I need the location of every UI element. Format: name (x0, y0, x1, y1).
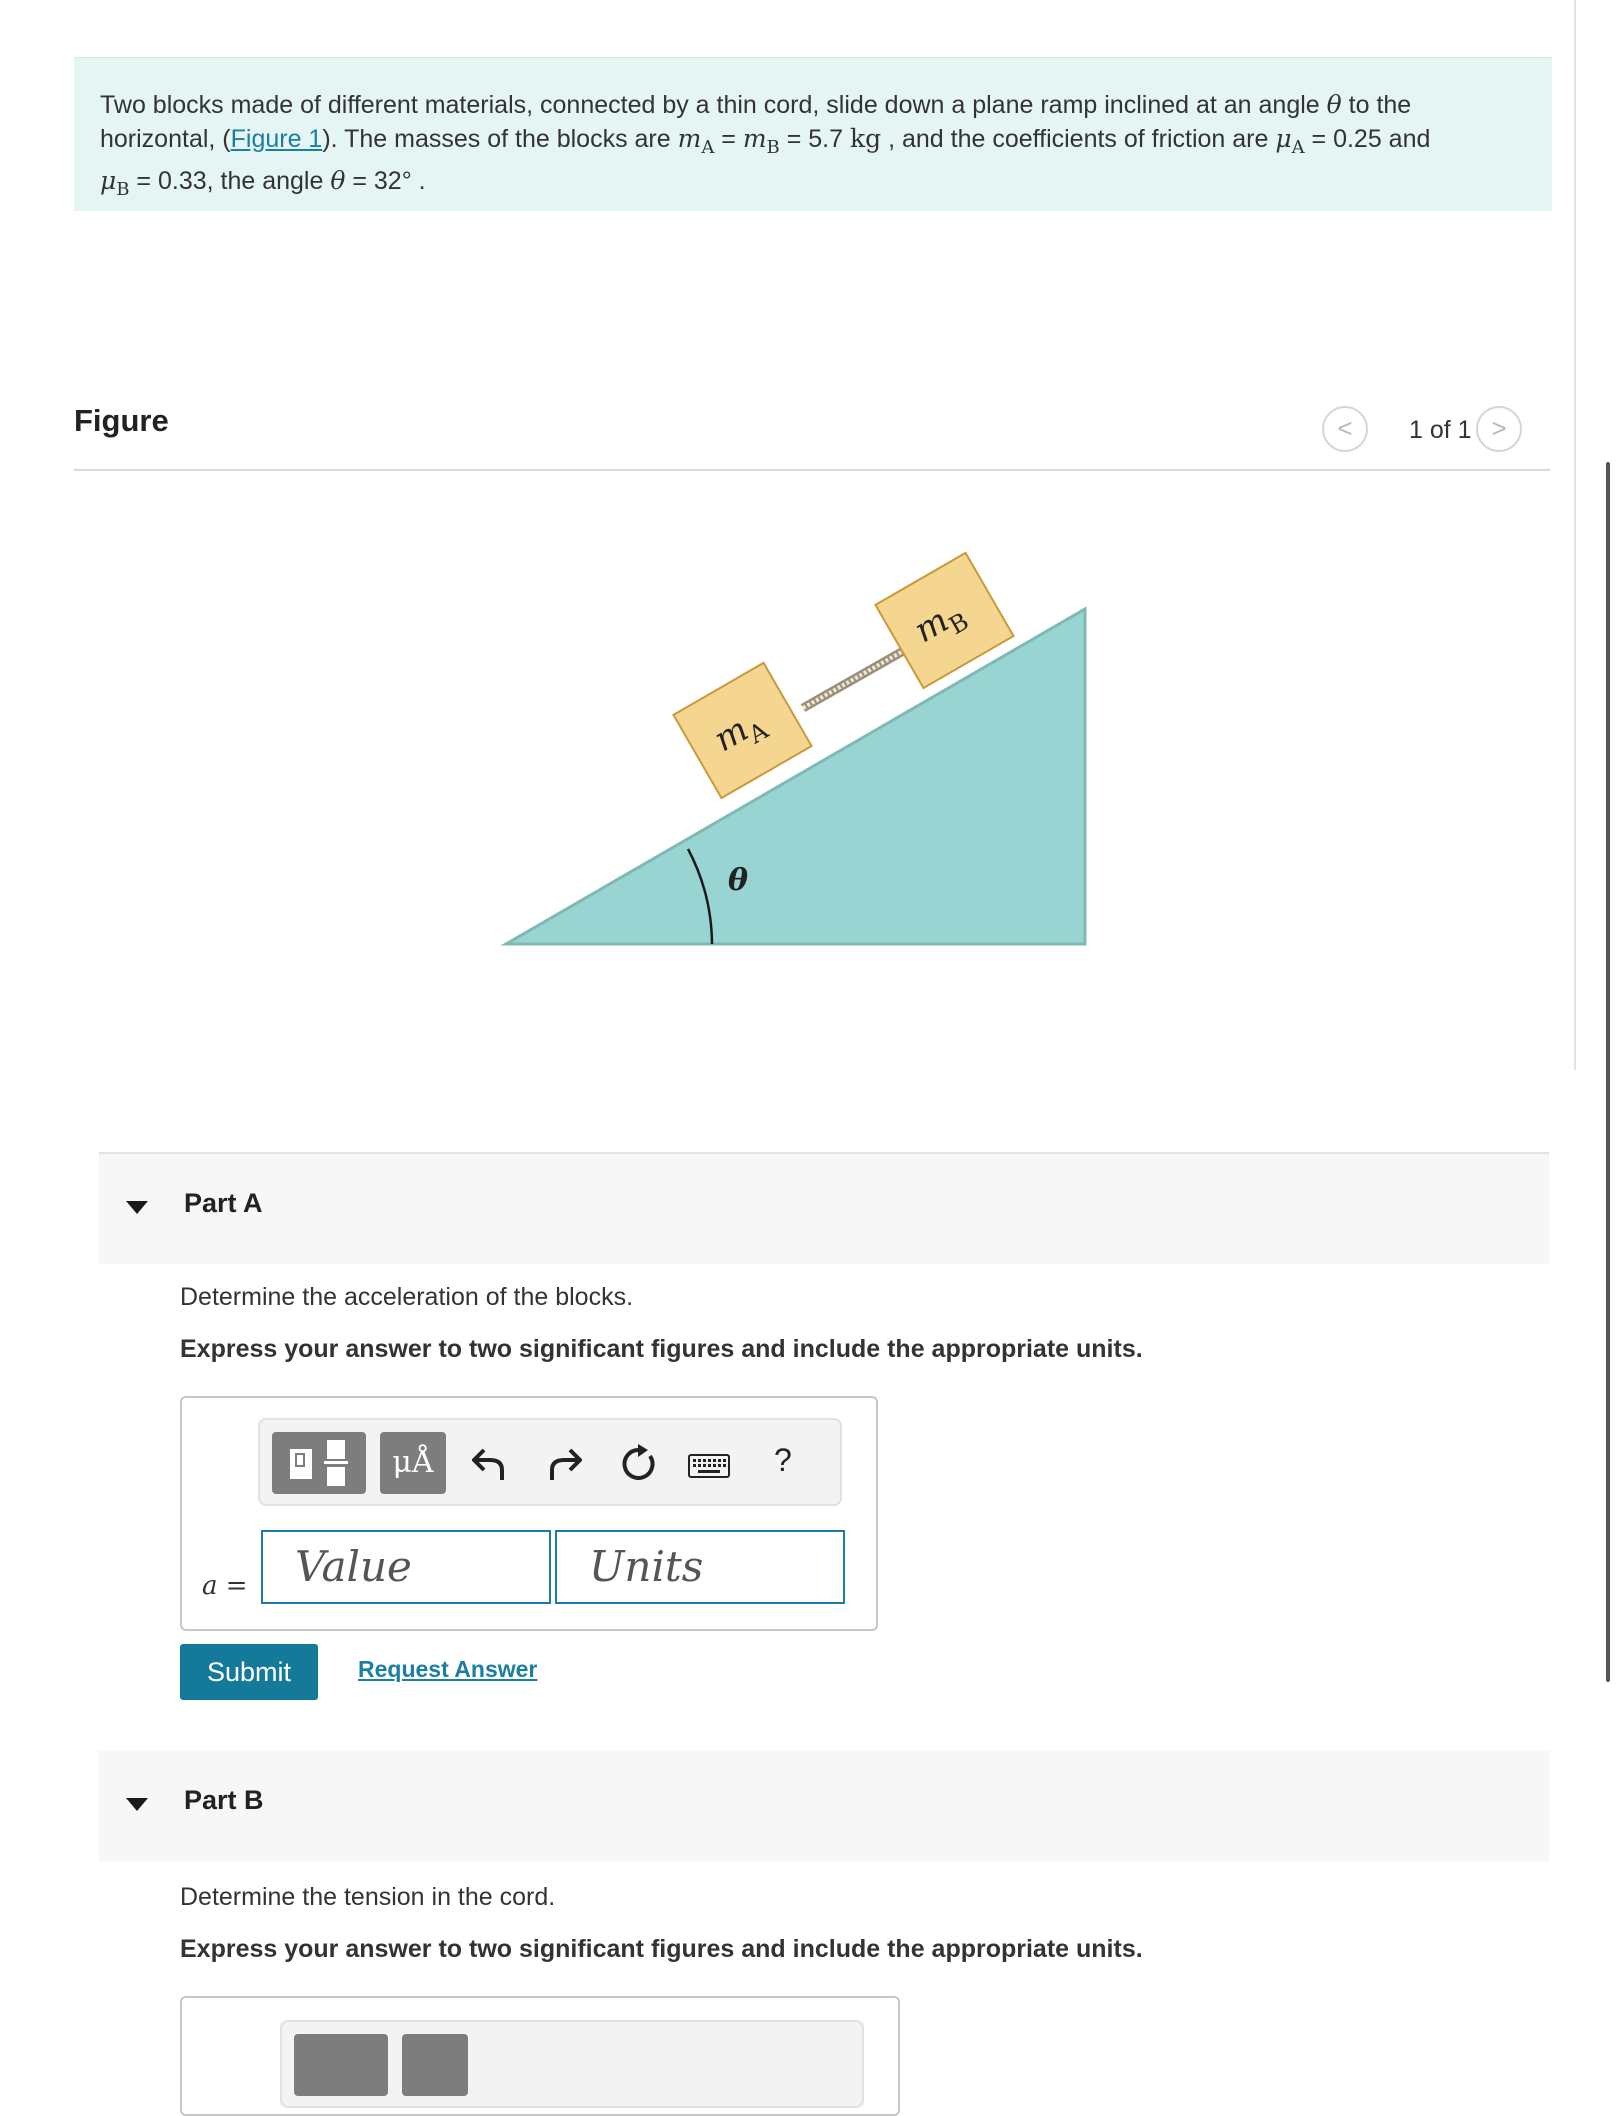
part-title: Part B (184, 1785, 264, 1815)
divider (1574, 0, 1576, 1070)
theta-symbol: θ (1326, 90, 1342, 119)
theta-symbol: θ (330, 166, 346, 195)
intro-text: Two blocks made of different materials, … (100, 91, 1327, 119)
cord (800, 646, 908, 712)
keyboard-icon[interactable] (688, 1454, 730, 1478)
part-b-instruction: Express your answer to two significant f… (180, 1935, 1143, 1963)
mu-b-symbol: μB (100, 166, 130, 200)
angle-value: = 32° . (345, 167, 426, 195)
ramp-figure: θ m A m B (500, 551, 1087, 946)
part-b-header[interactable]: Part B (99, 1751, 1549, 1861)
part-title: Part A (184, 1188, 263, 1218)
next-figure-button[interactable]: > (1476, 406, 1522, 452)
variable-label: a = (202, 1571, 248, 1601)
units-button[interactable] (402, 2034, 468, 2096)
mu-a-symbol: μA (1275, 124, 1305, 158)
chevron-left-icon: < (1337, 413, 1353, 443)
submit-button[interactable]: Submit (180, 1644, 318, 1700)
part-b-question: Determine the tension in the cord. (180, 1883, 556, 1911)
part-a-instruction: Express your answer to two significant f… (180, 1335, 1143, 1363)
mass-b-symbol: mB (742, 124, 780, 158)
units-input[interactable]: Units (555, 1530, 845, 1604)
templates-button[interactable] (294, 2034, 388, 2096)
collapse-triangle-icon[interactable] (126, 1798, 148, 1811)
problem-statement: Two blocks made of different materials, … (74, 57, 1552, 211)
mu-a-value: = 0.25 and (1304, 125, 1431, 153)
intro-text: = (714, 125, 743, 153)
mass-unit: kg (849, 124, 882, 153)
redo-icon[interactable] (548, 1444, 582, 1482)
prev-figure-button[interactable]: < (1322, 406, 1368, 452)
fraction-template-icon (290, 1440, 348, 1486)
value-input[interactable]: Value (261, 1530, 551, 1604)
part-a-header[interactable]: Part A (99, 1152, 1549, 1264)
undo-icon[interactable] (472, 1444, 506, 1482)
answer-box: μÅ ? a = Value Units (180, 1396, 878, 1631)
chevron-right-icon: > (1491, 413, 1507, 443)
request-answer-link[interactable]: Request Answer (358, 1656, 537, 1683)
divider (74, 469, 1550, 471)
mass-a-symbol: mA (677, 124, 715, 158)
answer-box (180, 1996, 900, 2116)
collapse-triangle-icon[interactable] (126, 1201, 148, 1214)
figure-title: Figure (74, 403, 169, 438)
figure-page-count: 1 of 1 (1409, 416, 1472, 444)
math-toolbar: μÅ ? (258, 1418, 842, 1506)
figure-link[interactable]: Figure 1 (231, 125, 323, 153)
mass-value: = 5.7 (779, 125, 850, 153)
help-icon[interactable]: ? (774, 1442, 792, 1479)
scrollbar[interactable] (1606, 462, 1610, 1682)
templates-button[interactable] (272, 1432, 366, 1494)
ramp (500, 606, 1087, 946)
mu-b-value: = 0.33, the angle (129, 167, 331, 195)
units-button[interactable]: μÅ (380, 1432, 446, 1494)
theta-label: θ (728, 863, 748, 898)
intro-text: , and the coefficients of friction are (881, 125, 1276, 153)
math-toolbar (280, 2020, 864, 2108)
reset-icon[interactable] (620, 1444, 658, 1484)
part-a-question: Determine the acceleration of the blocks… (180, 1283, 634, 1311)
intro-text: ). The masses of the blocks are (322, 125, 678, 153)
